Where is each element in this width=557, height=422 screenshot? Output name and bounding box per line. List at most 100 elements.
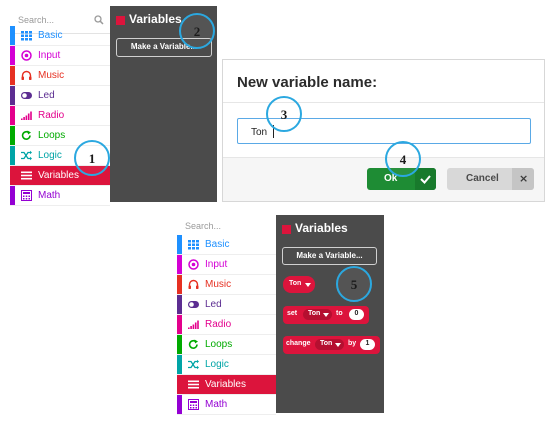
toolbox-label: Basic <box>38 30 63 41</box>
toolbox-label: Logic <box>38 150 62 161</box>
toolbox-item-input[interactable]: Input <box>177 255 276 275</box>
ok-icon-box <box>415 168 436 190</box>
new-variable-dialog: New variable name: Ton Ok Cancel × <box>222 59 545 202</box>
toolbox-label: Radio <box>38 110 65 121</box>
grid-icon <box>188 240 199 250</box>
step-number: 3 <box>280 107 288 122</box>
toolbox-item-math[interactable]: Math <box>10 186 110 206</box>
variable-name-value: Ton <box>251 127 268 138</box>
category-color-bar <box>10 186 15 205</box>
headphones-icon <box>188 279 199 289</box>
step-callout-3: 3 <box>266 96 302 132</box>
toolbox-item-led[interactable]: Led <box>177 295 276 315</box>
variable-name: Ton <box>289 280 302 287</box>
value-input[interactable]: 1 <box>360 339 375 350</box>
dropdown-caret-icon <box>323 313 329 317</box>
toolbox-label: Variables <box>38 170 79 181</box>
toolbox-item-led[interactable]: Led <box>10 86 110 106</box>
toolbox-label: Input <box>38 50 61 61</box>
cancel-button[interactable]: Cancel × <box>447 168 534 190</box>
target-icon <box>188 259 199 270</box>
toolbox-bottom: Search... Basic Input Music Led Radio Lo… <box>177 215 276 415</box>
step-number: 4 <box>399 152 407 167</box>
refresh-icon <box>21 130 31 140</box>
toolbox-label: Variables <box>205 379 246 390</box>
step-callout-4: 4 <box>385 141 421 177</box>
category-color-bar <box>177 335 182 354</box>
set-variable-block[interactable]: set Ton to 0 <box>283 306 369 324</box>
checkmark-icon <box>420 175 431 184</box>
toolbox-item-input[interactable]: Input <box>10 46 110 66</box>
variable-dropdown[interactable]: Ton <box>315 339 344 350</box>
toggle-icon <box>21 92 32 99</box>
search-icon <box>94 15 104 25</box>
to-keyword: to <box>336 310 343 317</box>
step-number: 2 <box>193 24 201 39</box>
dialog-title: New variable name: <box>237 74 378 91</box>
variable-block-ton[interactable]: Ton <box>283 276 315 293</box>
toolbox-label: Basic <box>205 239 230 250</box>
variables-flyout-bottom: Variables Make a Variable... Ton set Ton… <box>276 215 384 413</box>
search-placeholder: Search... <box>185 221 222 231</box>
toolbox-label: Math <box>205 399 228 410</box>
flyout-title: Variables <box>129 12 182 26</box>
dropdown-caret-icon <box>335 343 341 347</box>
calculator-icon <box>21 190 32 201</box>
category-color-bar <box>10 146 15 165</box>
target-icon <box>21 50 32 61</box>
grid-icon <box>21 31 32 41</box>
change-keyword: change <box>286 340 311 347</box>
set-keyword: set <box>287 310 298 317</box>
toolbox-item-radio[interactable]: Radio <box>177 315 276 335</box>
value-input-text: 1 <box>365 340 370 347</box>
step-callout-5: 5 <box>336 266 372 302</box>
cancel-button-label: Cancel <box>466 173 499 184</box>
category-color-bar <box>10 126 15 145</box>
variable-dropdown[interactable]: Ton <box>303 309 332 320</box>
signal-bars-icon <box>188 320 199 329</box>
refresh-icon <box>188 339 198 349</box>
toolbox-label: Math <box>38 190 61 201</box>
category-color-bar <box>10 86 15 105</box>
step-number: 5 <box>350 277 358 292</box>
toolbox-item-music[interactable]: Music <box>10 66 110 86</box>
value-input[interactable]: 0 <box>349 309 364 320</box>
category-color-bar <box>177 315 182 334</box>
flyout-title: Variables <box>295 221 348 235</box>
close-icon: × <box>519 172 529 185</box>
dropdown-caret-icon <box>305 283 311 287</box>
value-input-text: 0 <box>354 310 359 317</box>
toolbox-item-radio[interactable]: Radio <box>10 106 110 126</box>
toolbox-label: Loops <box>205 339 233 350</box>
variable-dropdown-value: Ton <box>308 310 321 317</box>
change-variable-block[interactable]: change Ton by 1 <box>283 336 380 354</box>
by-keyword: by <box>348 340 357 347</box>
step-callout-1: 1 <box>74 140 110 176</box>
toolbox-item-loops[interactable]: Loops <box>177 335 276 355</box>
headphones-icon <box>21 70 32 80</box>
toolbox-item-math[interactable]: Math <box>177 395 276 415</box>
toolbox-label: Led <box>38 90 55 101</box>
toggle-icon <box>188 301 199 308</box>
toolbox-label: Music <box>205 279 232 290</box>
category-color-bar <box>10 46 15 65</box>
list-icon <box>21 171 32 180</box>
variable-dropdown-value: Ton <box>320 340 333 347</box>
category-swatch <box>116 16 125 25</box>
toolbox-item-basic[interactable]: Basic <box>10 26 110 46</box>
toolbox-item-variables[interactable]: Variables <box>177 375 276 395</box>
search-box[interactable]: Search... <box>177 215 276 235</box>
make-variable-button[interactable]: Make a Variable... <box>282 247 377 265</box>
category-swatch <box>282 225 291 234</box>
toolbox-label: Logic <box>205 359 229 370</box>
category-color-bar <box>177 235 182 254</box>
shuffle-icon <box>21 150 32 161</box>
toolbox-item-music[interactable]: Music <box>177 275 276 295</box>
signal-bars-icon <box>21 111 32 120</box>
step-number: 1 <box>88 151 96 166</box>
toolbox-item-logic[interactable]: Logic <box>177 355 276 375</box>
toolbox-item-basic[interactable]: Basic <box>177 235 276 255</box>
category-color-bar <box>177 275 182 294</box>
category-color-bar <box>10 66 15 85</box>
calculator-icon <box>188 399 199 410</box>
